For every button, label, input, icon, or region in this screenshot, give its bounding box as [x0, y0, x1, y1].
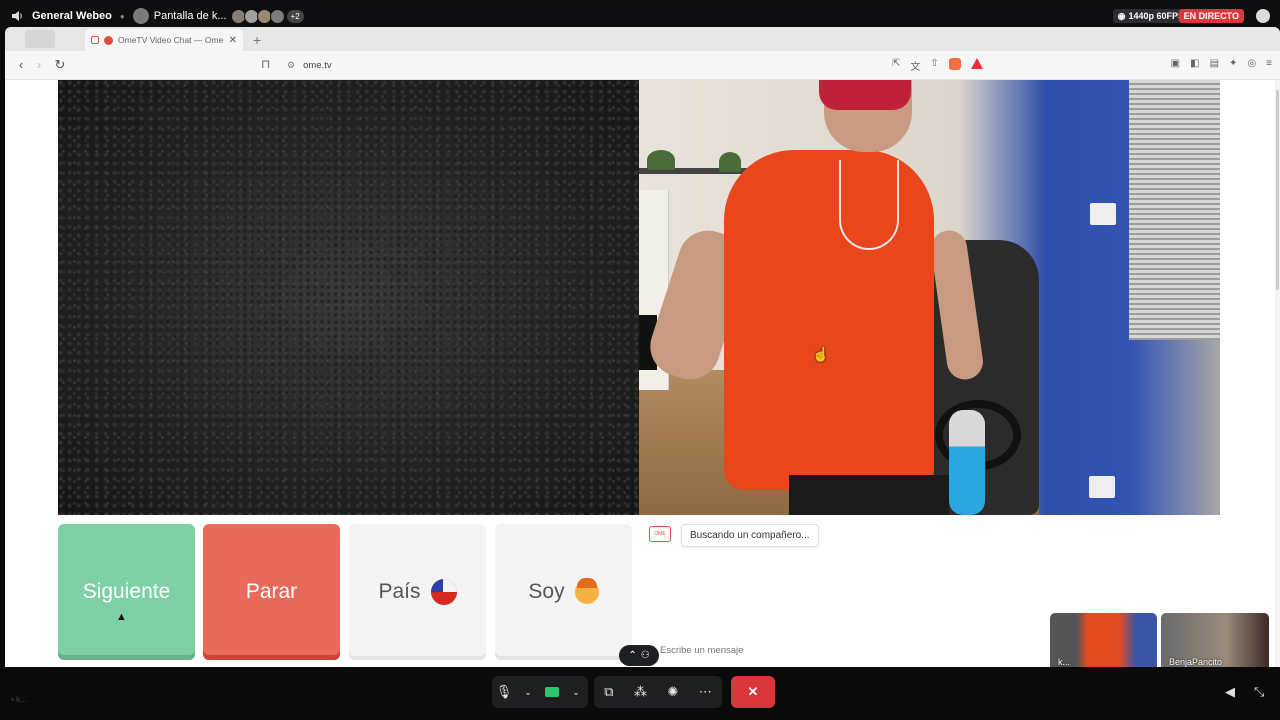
- bookmark-icon[interactable]: ⊓: [261, 57, 270, 71]
- next-button[interactable]: Siguiente: [58, 524, 195, 660]
- hand-cursor-icon: ☝: [812, 346, 830, 362]
- open-external-icon[interactable]: ⇱: [892, 58, 900, 73]
- page-scrollbar[interactable]: [1275, 80, 1280, 667]
- soundboard-icon[interactable]: ✺: [667, 684, 678, 700]
- country-button[interactable]: País: [349, 524, 486, 660]
- arrow-cursor-icon: ▲: [116, 611, 127, 623]
- toolbar-icons: ▣ ◧ ▤ ✦ ◎ ≡: [1171, 58, 1272, 69]
- media-controls: 🎙 ⌄ ⌄: [492, 676, 588, 708]
- address-actions: ⇱ 文 ⇧: [892, 58, 983, 73]
- translate-icon[interactable]: 文: [910, 58, 920, 73]
- participant-thumbnails: k... BenjaPancito: [1050, 613, 1269, 673]
- sidebar-icon[interactable]: ◧: [1190, 58, 1199, 69]
- disconnect-button[interactable]: ✕: [731, 676, 775, 708]
- stop-button[interactable]: Parar: [203, 524, 340, 660]
- bottom-left-label: ▪ k...: [11, 695, 27, 704]
- participant-tile[interactable]: k...: [1050, 613, 1157, 673]
- close-tab-icon[interactable]: ✕: [229, 35, 237, 46]
- leave-call-icon: ✕: [747, 684, 759, 699]
- sidebar-toggle[interactable]: [25, 30, 55, 48]
- channel-name[interactable]: General Webeo: [32, 10, 112, 22]
- back-icon[interactable]: ‹: [11, 57, 31, 72]
- collapse-participants-button[interactable]: ⌃ ⚇: [619, 645, 659, 666]
- participant-label: BenjaPancito: [1169, 657, 1223, 667]
- gender-button[interactable]: Soy: [495, 524, 632, 660]
- recording-dot-icon: [104, 35, 113, 45]
- menu-icon[interactable]: ≡: [1266, 58, 1272, 69]
- boy-emoji-icon: [574, 578, 599, 604]
- participant-label: k...: [1058, 657, 1071, 667]
- page-viewport: Siguiente Parar País Soy OME Buscando un…: [5, 80, 1280, 667]
- ai-icon[interactable]: ✦: [1229, 58, 1237, 69]
- extra-viewers-badge[interactable]: +2: [286, 9, 304, 23]
- forward-icon[interactable]: ›: [29, 57, 49, 72]
- activity-controls: ⧉ ⁂ ✺ ⋯: [594, 676, 722, 708]
- eye-icon: ◉: [1117, 10, 1126, 21]
- navigation-bar: ‹ › ↻ ⊓ ⚙ ome.tv ⇱ 文 ⇧ ▣ ◧ ▤ ✦ ◎ ≡: [5, 51, 1280, 80]
- volume-icon[interactable]: ◀: [1225, 684, 1235, 700]
- tab-strip: OmeTV Video Chat — Ome ✕ +: [5, 27, 1280, 51]
- stream-title[interactable]: Pantalla de k...: [154, 10, 227, 22]
- speaker-icon: [12, 11, 22, 21]
- live-badge: EN DIRECTO: [1178, 9, 1244, 23]
- share-screen-icon[interactable]: ⧉: [604, 684, 613, 700]
- tv-favicon-icon: [91, 36, 99, 44]
- more-options-icon[interactable]: ⋯: [699, 684, 712, 700]
- tab-ometv[interactable]: OmeTV Video Chat — Ome ✕: [85, 29, 243, 51]
- viewer-avatars[interactable]: [230, 8, 285, 24]
- streamer-avatar: [132, 8, 149, 24]
- chat-bubble-icon[interactable]: [1256, 9, 1270, 23]
- reload-icon[interactable]: ↻: [50, 57, 70, 73]
- media-icon[interactable]: ▣: [1171, 58, 1180, 69]
- self-video: [639, 80, 1220, 515]
- chat-status-message: Buscando un compañero...: [681, 524, 819, 547]
- tab-title: OmeTV Video Chat — Ome: [118, 35, 224, 45]
- camera-icon[interactable]: [540, 685, 564, 700]
- chile-flag-icon: [430, 579, 457, 605]
- brave-shield-icon[interactable]: [948, 58, 961, 70]
- mic-options-chevron-icon[interactable]: ⌄: [516, 687, 540, 698]
- vpn-icon[interactable]: ◎: [1247, 58, 1256, 69]
- site-info-icon[interactable]: ⚙: [287, 60, 295, 71]
- url-text: ome.tv: [303, 60, 332, 71]
- people-icon: ⚇: [640, 650, 650, 661]
- wallet-icon[interactable]: ▤: [1210, 58, 1219, 69]
- address-bar[interactable]: ⚙ ome.tv: [287, 56, 887, 75]
- separator-dot: ●: [119, 11, 125, 21]
- brave-rewards-icon[interactable]: [970, 58, 983, 69]
- new-tab-icon[interactable]: +: [253, 32, 261, 48]
- participant-tile[interactable]: BenjaPancito: [1161, 613, 1269, 673]
- browser-window: OmeTV Video Chat — Ome ✕ + ‹ › ↻ ⊓ ⚙ ome…: [5, 27, 1280, 667]
- camera-options-chevron-icon[interactable]: ⌄: [564, 687, 588, 698]
- stream-quality-badge: ◉ 1440p 60FPS: [1112, 9, 1189, 23]
- chat-message-input[interactable]: [660, 642, 1060, 658]
- activities-icon[interactable]: ⁂: [634, 684, 647, 700]
- share-icon[interactable]: ⇧: [930, 58, 938, 73]
- chevron-up-icon: ⌃: [628, 650, 637, 661]
- partner-video-static: [58, 80, 639, 515]
- ometv-logo-icon: OME: [649, 526, 671, 542]
- microphone-icon[interactable]: 🎙: [492, 684, 516, 700]
- fullscreen-exit-icon[interactable]: ⤡: [1254, 684, 1264, 700]
